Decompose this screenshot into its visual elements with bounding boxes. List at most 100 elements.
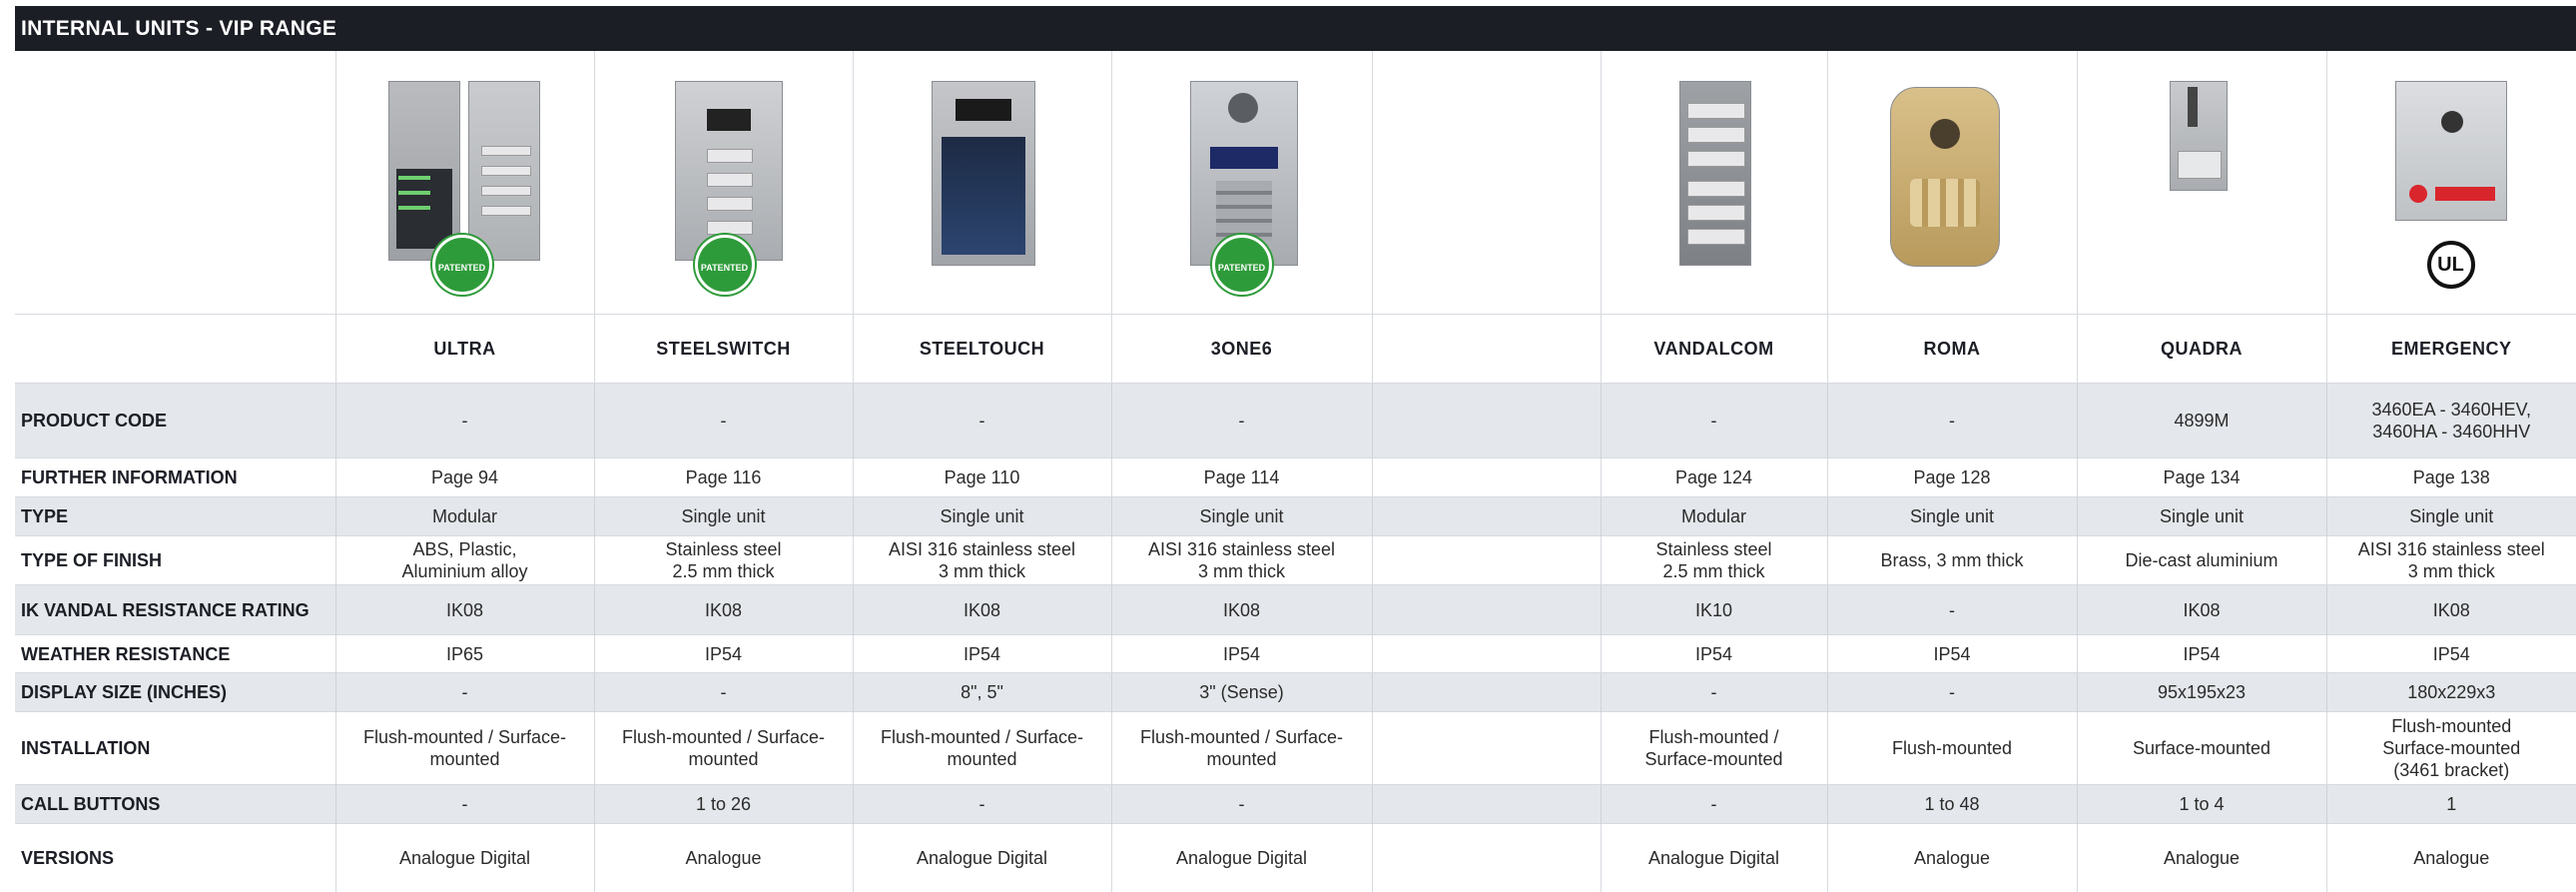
- spec-cell: AISI 316 stainless steel 3 mm thick: [2326, 536, 2576, 585]
- spec-cell: Single unit: [1827, 497, 2077, 536]
- product-name: QUADRA: [2077, 315, 2326, 384]
- product-image-vandalcom: [1601, 51, 1827, 315]
- spec-cell: -: [1111, 785, 1372, 824]
- spec-cell: IK08: [2326, 585, 2576, 635]
- spec-row-installation: INSTALLATIONFlush-mounted / Surface- mou…: [15, 712, 2576, 785]
- spec-cell: -: [335, 384, 594, 458]
- image-row: PATENTED PATENTED PATENTED: [15, 51, 2576, 315]
- ul-certification-icon: UL: [2427, 241, 2475, 289]
- spec-cell: Stainless steel 2.5 mm thick: [1601, 536, 1827, 585]
- spec-cell: 1 to 26: [594, 785, 853, 824]
- empty-column: [1372, 51, 1601, 315]
- spec-cell: IK08: [2077, 585, 2326, 635]
- spec-cell: Flush-mounted Surface-mounted (3461 brac…: [2326, 712, 2576, 785]
- spec-cell: -: [853, 785, 1111, 824]
- product-name: ROMA: [1827, 315, 2077, 384]
- spec-cell: 8", 5": [853, 673, 1111, 712]
- spec-table: PATENTED PATENTED PATENTED: [15, 51, 2576, 892]
- spec-cell: Page 138: [2326, 458, 2576, 497]
- spec-cell: Flush-mounted / Surface-mounted: [1601, 712, 1827, 785]
- patented-badge-icon: PATENTED: [695, 235, 755, 295]
- spec-cell: -: [1111, 384, 1372, 458]
- spec-cell: Flush-mounted / Surface- mounted: [853, 712, 1111, 785]
- spec-cell: Page 94: [335, 458, 594, 497]
- product-image-roma: [1827, 51, 2077, 315]
- spec-row-ik-rating: IK VANDAL RESISTANCE RATINGIK08IK08IK08I…: [15, 585, 2576, 635]
- spec-cell: -: [853, 384, 1111, 458]
- row-label: IK VANDAL RESISTANCE RATING: [15, 585, 335, 635]
- product-name-row: ULTRA STEELSWITCH STEELTOUCH 3ONE6 VANDA…: [15, 315, 2576, 384]
- product-image-quadra: [2077, 51, 2326, 315]
- spec-cell: IK08: [853, 585, 1111, 635]
- spec-cell: -: [335, 673, 594, 712]
- row-label: PRODUCT CODE: [15, 384, 335, 458]
- product-name: VANDALCOM: [1601, 315, 1827, 384]
- title-bar: INTERNAL UNITS - VIP RANGE: [15, 6, 2576, 51]
- spec-cell: Flush-mounted / Surface- mounted: [1111, 712, 1372, 785]
- spec-cell: Modular: [335, 497, 594, 536]
- product-name: STEELSWITCH: [594, 315, 853, 384]
- product-image-emergency: UL: [2326, 51, 2576, 315]
- spec-row-display-size: DISPLAY SIZE (INCHES)--8", 5"3" (Sense)-…: [15, 673, 2576, 712]
- spec-cell: Single unit: [1111, 497, 1372, 536]
- spec-cell: 95x195x23: [2077, 673, 2326, 712]
- spec-cell: 1: [2326, 785, 2576, 824]
- spec-cell: Flush-mounted: [1827, 712, 2077, 785]
- spec-cell: Surface-mounted: [2077, 712, 2326, 785]
- spec-cell: Page 116: [594, 458, 853, 497]
- product-image-steelswitch: PATENTED: [594, 51, 853, 315]
- image-row-label: [15, 51, 335, 315]
- spec-cell: -: [1601, 785, 1827, 824]
- spec-cell: Page 128: [1827, 458, 2077, 497]
- spec-cell: 3460EA - 3460HEV, 3460HA - 3460HHV: [2326, 384, 2576, 458]
- patented-badge-icon: PATENTED: [432, 235, 492, 295]
- spec-cell: 180x229x3: [2326, 673, 2576, 712]
- spec-row-call-buttons: CALL BUTTONS-1 to 26---1 to 481 to 41: [15, 785, 2576, 824]
- row-label: INSTALLATION: [15, 712, 335, 785]
- spec-cell: 1 to 48: [1827, 785, 2077, 824]
- spec-cell: IK08: [594, 585, 853, 635]
- spec-cell: IP54: [1111, 635, 1372, 673]
- spec-cell: Page 110: [853, 458, 1111, 497]
- spec-cell: IP54: [853, 635, 1111, 673]
- row-label: CALL BUTTONS: [15, 785, 335, 824]
- product-name: EMERGENCY: [2326, 315, 2576, 384]
- spec-cell: IP54: [1601, 635, 1827, 673]
- spec-cell: Page 134: [2077, 458, 2326, 497]
- row-label: TYPE OF FINISH: [15, 536, 335, 585]
- spec-cell: Flush-mounted / Surface- mounted: [335, 712, 594, 785]
- row-label: WEATHER RESISTANCE: [15, 635, 335, 673]
- spec-cell: -: [1827, 673, 2077, 712]
- spec-cell: IP65: [335, 635, 594, 673]
- spec-cell: -: [1827, 585, 2077, 635]
- spec-cell: Stainless steel 2.5 mm thick: [594, 536, 853, 585]
- spec-cell: 3" (Sense): [1111, 673, 1372, 712]
- spec-cell: -: [594, 673, 853, 712]
- spec-cell: -: [1827, 384, 2077, 458]
- spec-row-further-information: FURTHER INFORMATIONPage 94Page 116Page 1…: [15, 458, 2576, 497]
- spec-cell: [1372, 497, 1601, 536]
- spec-cell: Page 124: [1601, 458, 1827, 497]
- spec-cell: 1 to 4: [2077, 785, 2326, 824]
- spec-cell: Page 114: [1111, 458, 1372, 497]
- spec-cell: -: [594, 384, 853, 458]
- spec-cell: [1372, 673, 1601, 712]
- spec-cell: [1372, 635, 1601, 673]
- spec-cell: [1372, 458, 1601, 497]
- spec-cell: -: [335, 785, 594, 824]
- product-image-3one6: PATENTED: [1111, 51, 1372, 315]
- spec-cell: Brass, 3 mm thick: [1827, 536, 2077, 585]
- spec-cell: IK08: [1111, 585, 1372, 635]
- spec-cell: IP54: [594, 635, 853, 673]
- spec-cell: Single unit: [2326, 497, 2576, 536]
- product-name: ULTRA: [335, 315, 594, 384]
- patented-badge-icon: PATENTED: [1212, 235, 1272, 295]
- spec-cell: Single unit: [594, 497, 853, 536]
- product-name: [1372, 315, 1601, 384]
- page-title: INTERNAL UNITS - VIP RANGE: [21, 6, 336, 51]
- spec-cell: [1372, 585, 1601, 635]
- spec-cell: -: [1601, 384, 1827, 458]
- spec-cell: IK08: [335, 585, 594, 635]
- spec-row-type-of-finish: TYPE OF FINISHABS, Plastic, Aluminium al…: [15, 536, 2576, 585]
- spec-cell: ABS, Plastic, Aluminium alloy: [335, 536, 594, 585]
